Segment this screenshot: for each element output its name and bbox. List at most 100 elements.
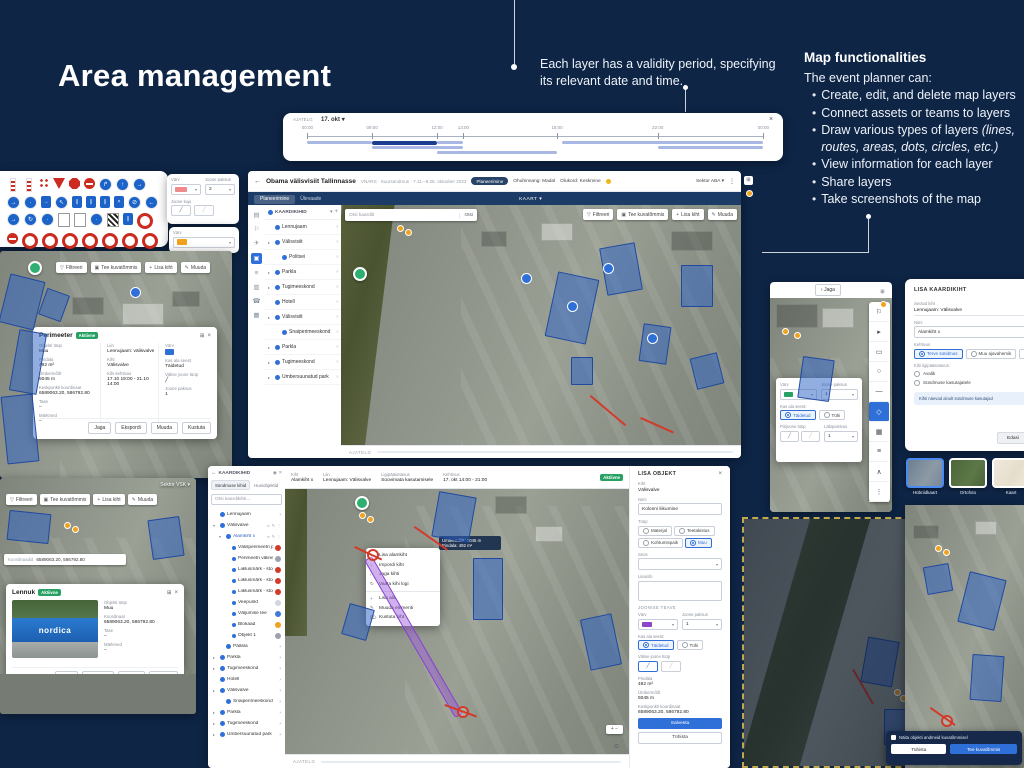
tree-row[interactable]: Hotell› — [210, 674, 283, 685]
tree-row[interactable]: Pääsla› — [210, 641, 283, 652]
rail-icon[interactable]: ▣ — [251, 253, 262, 264]
timeline-date-select[interactable]: 17. okt ▾ — [321, 116, 345, 123]
search-button[interactable]: Otsi — [459, 213, 473, 218]
add-icon[interactable]: + — [334, 209, 338, 215]
traffic-sign-icon[interactable] — [10, 178, 16, 192]
timeline-strip[interactable]: AJATELG — [341, 445, 741, 458]
search-input[interactable]: Otsi kaardilt — [349, 213, 459, 218]
draw-tool-icon[interactable]: — — [869, 382, 889, 402]
radio-option[interactable]: Täidetud — [638, 640, 674, 650]
app-map[interactable]: Otsi kaardilt Otsi ▽Filtreeri▣Tee kuvatõ… — [341, 205, 741, 458]
tree-row[interactable]: Liiklusmärk - stop — [210, 564, 283, 575]
draw-tool-icon[interactable]: ∧ — [869, 462, 889, 482]
tree-row[interactable]: Objekt 1 — [210, 630, 283, 641]
line-style-button[interactable]: ╱ — [780, 431, 799, 442]
close-icon[interactable]: × — [279, 470, 282, 476]
draw-tool-icon[interactable]: ○ — [869, 362, 889, 382]
traffic-sign-icon[interactable]: ∥ — [86, 196, 96, 208]
basemap-thumbnail[interactable] — [992, 458, 1024, 488]
tree-row[interactable]: ▸Parkla› — [210, 652, 283, 663]
traffic-sign-icon[interactable]: ↱ — [99, 178, 112, 191]
draw-tool-icon[interactable]: ◇ — [869, 402, 889, 422]
traffic-sign-icon[interactable] — [137, 213, 153, 229]
map-toolbar-button[interactable]: ▽Filtreeri — [6, 494, 37, 505]
layer-row[interactable]: ▸Tugimeeskond› — [265, 280, 341, 295]
back-icon[interactable]: ← — [211, 470, 217, 476]
timeline-ruler[interactable]: 00:0009:0012:0013:0018:0022:0000:00 — [293, 125, 773, 159]
rail-icon[interactable]: ≡ — [255, 270, 259, 277]
map-toolbar-button[interactable]: ▽Filtreeri — [56, 262, 87, 273]
traffic-sign-icon[interactable] — [74, 213, 86, 227]
traffic-sign-icon[interactable] — [42, 233, 58, 249]
traffic-sign-icon[interactable] — [58, 213, 70, 227]
traffic-sign-icon[interactable]: ↻ — [24, 213, 37, 226]
opacity-select[interactable]: 1▾ — [824, 431, 858, 442]
line-style-button[interactable]: ╱ — [171, 205, 191, 216]
move-icon[interactable]: ⊞ — [167, 590, 172, 596]
map-toolbar-button[interactable]: ✎Muuda — [128, 494, 158, 505]
layer-row[interactable]: ▸Ümbersuunatud park› — [265, 370, 341, 385]
radio-option[interactable]: Teetakistus — [674, 526, 715, 536]
tree-row[interactable]: ▾Alamkiht x∞✎⋮ — [210, 531, 283, 542]
sektor-select[interactable]: Sektor ABA ▾ — [696, 179, 724, 184]
radio-option[interactable]: Sündmuse kasutajatele — [914, 380, 1024, 386]
traffic-sign-icon[interactable]: → — [133, 178, 146, 191]
close-icon[interactable]: × — [207, 333, 211, 339]
tree-row[interactable]: ▸Parkla› — [210, 707, 283, 718]
tool-icon[interactable]: ✎ — [272, 523, 275, 528]
traffic-sign-icon[interactable]: ∥ — [123, 213, 133, 225]
rail-icon[interactable]: ☎ — [252, 297, 260, 305]
traffic-sign-icon[interactable] — [102, 233, 118, 249]
traffic-sign-icon[interactable] — [39, 178, 49, 188]
traffic-sign-icon[interactable] — [107, 213, 119, 227]
basemap-option[interactable]: Hübriidkaart — [906, 458, 944, 495]
zoom-control[interactable]: + − — [606, 725, 623, 734]
traffic-sign-icon[interactable] — [82, 233, 98, 249]
tool-icon[interactable]: ⋮ — [277, 523, 281, 528]
traffic-sign-icon[interactable]: ↑ — [116, 178, 129, 191]
rail-icon[interactable]: ⚐ — [254, 225, 260, 233]
tree-row[interactable]: Blokaad — [210, 619, 283, 630]
radio-option[interactable]: Tühi — [819, 410, 846, 420]
tool-icon[interactable]: ∞ — [267, 523, 270, 528]
take-screenshot-button[interactable]: Tee kuvatõmmis — [950, 744, 1017, 754]
rail-icon[interactable]: ▤ — [253, 211, 259, 219]
radio-option[interactable]: Materjal — [638, 526, 672, 536]
nimi-input[interactable]: Alamkiht x — [914, 326, 1024, 338]
close-icon[interactable]: × — [718, 471, 722, 477]
back-icon[interactable]: ← — [254, 178, 261, 185]
tree-row[interactable]: Veepunkt — [210, 597, 283, 608]
traffic-sign-icon[interactable]: ← — [145, 196, 158, 209]
share-button[interactable]: ‹ Jaga — [815, 284, 841, 296]
map-toolbar-button[interactable]: +Lisa kiht — [93, 494, 124, 505]
radio-option[interactable]: Kohtumispaik — [638, 538, 683, 548]
tree-row[interactable]: ▸Ümbersuunatud park› — [210, 729, 283, 740]
timeline-strip[interactable]: AJATELG — [285, 754, 629, 768]
traffic-sign-icon[interactable]: × — [114, 196, 124, 208]
traffic-sign-icon[interactable] — [53, 178, 65, 189]
basemap-thumbnail[interactable] — [949, 458, 987, 488]
radio-option[interactable]: Täidetud — [780, 410, 816, 420]
tree-row[interactable]: Liiklusmärk - stop — [210, 575, 283, 586]
traffic-sign-icon[interactable] — [69, 178, 80, 189]
traffic-sign-icon[interactable]: ⊘ — [128, 196, 141, 209]
tab-planeerimine[interactable]: Planeerimine — [254, 195, 295, 204]
map-toolbar-button[interactable]: ▣Tee kuvatõmmis — [40, 494, 91, 505]
map-toolbar-button[interactable]: ▣Tee kuvatõmmis — [617, 209, 668, 220]
traffic-sign-icon[interactable] — [84, 178, 95, 189]
move-icon[interactable]: ⊞ — [744, 176, 753, 185]
close-icon[interactable]: × — [769, 116, 773, 123]
context-menu-item[interactable]: +Lisa ala — [366, 594, 440, 604]
tree-row[interactable]: ▸Tugimeeskond› — [210, 718, 283, 729]
layer-row[interactable]: Politsei› — [265, 250, 341, 265]
traffic-sign-icon[interactable] — [26, 178, 32, 192]
radio-option[interactable]: Avalik — [914, 371, 1024, 377]
tool-icon[interactable]: ⋮ — [277, 534, 281, 539]
radio-option[interactable]: Läbi mitme päeva — [1019, 349, 1024, 359]
draw-tool-icon[interactable]: ▭ — [869, 342, 889, 362]
line-width-select[interactable]: 2▾ — [205, 184, 235, 195]
locate-icon[interactable]: ⊙ — [614, 743, 619, 750]
line-style-button[interactable]: ╱ — [638, 661, 658, 672]
lisainfo-textarea[interactable] — [638, 581, 722, 601]
traffic-sign-icon[interactable]: → — [7, 196, 20, 209]
